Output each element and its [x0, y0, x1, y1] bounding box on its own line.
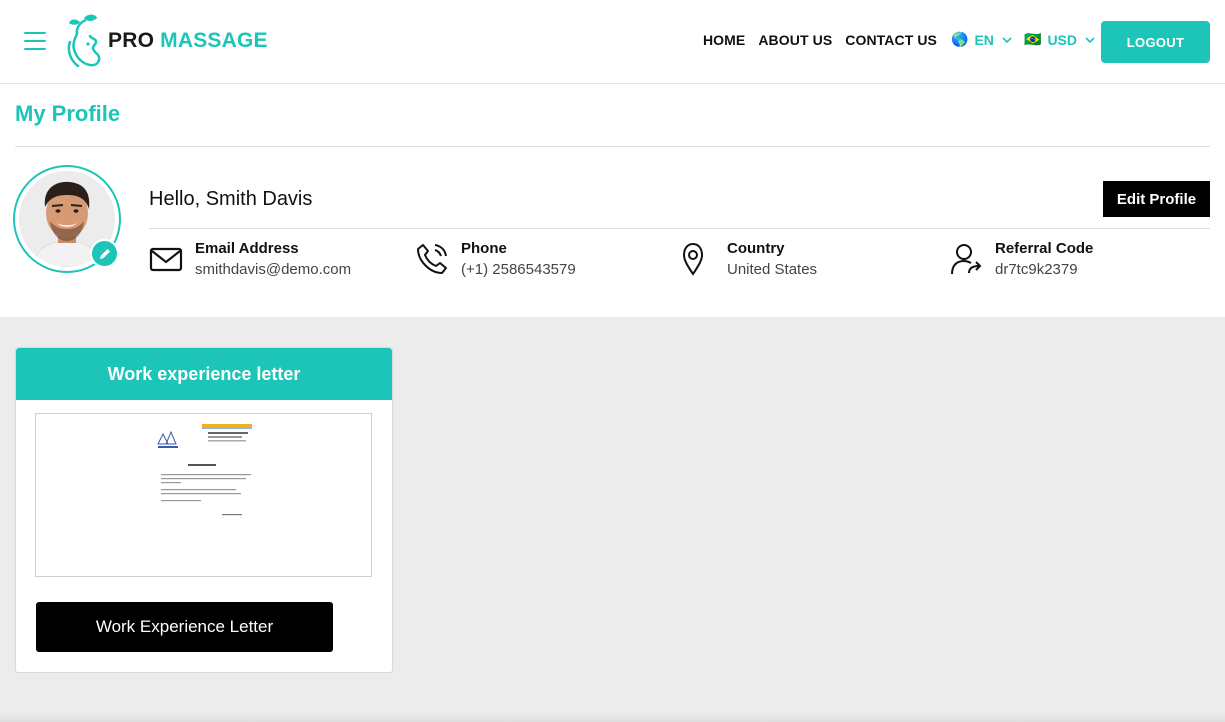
logo-text: PRO MASSAGE — [108, 29, 268, 53]
profile-panel: My Profile Hello, Smith Davis Edit Profi… — [0, 84, 1225, 317]
globe-icon: 🌎 — [951, 31, 969, 47]
phone-label: Phone — [461, 240, 507, 257]
info-referral: Referral Code dr7tc9k2379 — [949, 240, 1093, 282]
hamburger-menu-icon[interactable] — [24, 32, 46, 50]
chevron-down-icon — [1002, 36, 1012, 43]
phone-value: (+1) 2586543579 — [461, 261, 576, 278]
edit-avatar-button[interactable] — [90, 239, 119, 268]
envelope-icon — [149, 247, 183, 272]
referral-value: dr7tc9k2379 — [995, 261, 1078, 278]
greeting: Hello, Smith Davis — [149, 188, 313, 210]
user-share-icon — [951, 244, 982, 275]
referral-label: Referral Code — [995, 240, 1094, 257]
top-header: PRO MASSAGE HOME ABOUT US CONTACT US 🌎 E… — [0, 0, 1225, 84]
currency-label: USD — [1047, 31, 1077, 48]
phone-icon — [417, 244, 447, 274]
logout-button[interactable]: LOGOUT — [1101, 21, 1210, 63]
brand-logo[interactable]: PRO MASSAGE — [66, 14, 268, 68]
page-bottom-edge — [0, 712, 1225, 722]
email-value: smithdavis@demo.com — [195, 261, 352, 278]
language-selector[interactable]: 🌎 EN — [951, 31, 1012, 48]
country-label: Country — [727, 240, 785, 257]
info-phone: Phone (+1) 2586543579 — [415, 240, 576, 282]
edit-profile-button[interactable]: Edit Profile — [1103, 181, 1210, 217]
info-email: Email Address smithdavis@demo.com — [149, 240, 351, 282]
main-nav: HOME ABOUT US CONTACT US — [690, 32, 937, 48]
logo-pro: PRO — [108, 29, 155, 52]
divider — [149, 228, 1210, 229]
country-value: United States — [727, 261, 818, 278]
work-experience-letter-button[interactable]: Work Experience Letter — [36, 602, 333, 652]
flag-icon: 🇧🇷 — [1024, 31, 1042, 47]
logo-face-leaf-icon — [67, 14, 101, 68]
location-pin-icon — [682, 242, 704, 276]
logo-massage: MASSAGE — [160, 29, 268, 52]
document-thumbnail-icon — [157, 424, 252, 516]
document-preview[interactable] — [35, 413, 372, 577]
currency-selector[interactable]: 🇧🇷 USD — [1024, 31, 1095, 48]
nav-home[interactable]: HOME — [703, 32, 745, 48]
email-label: Email Address — [195, 240, 299, 257]
nav-about-us[interactable]: ABOUT US — [758, 32, 832, 48]
document-card-title: Work experience letter — [16, 348, 392, 400]
nav-contact-us[interactable]: CONTACT US — [845, 32, 937, 48]
pencil-icon — [99, 248, 110, 259]
document-card: Work experience letter Work Experience L… — [15, 347, 393, 673]
language-label: EN — [974, 31, 994, 48]
chevron-down-icon — [1085, 36, 1095, 43]
page-title: My Profile — [15, 101, 121, 126]
divider — [15, 146, 1210, 147]
info-country: Country United States — [681, 240, 817, 282]
